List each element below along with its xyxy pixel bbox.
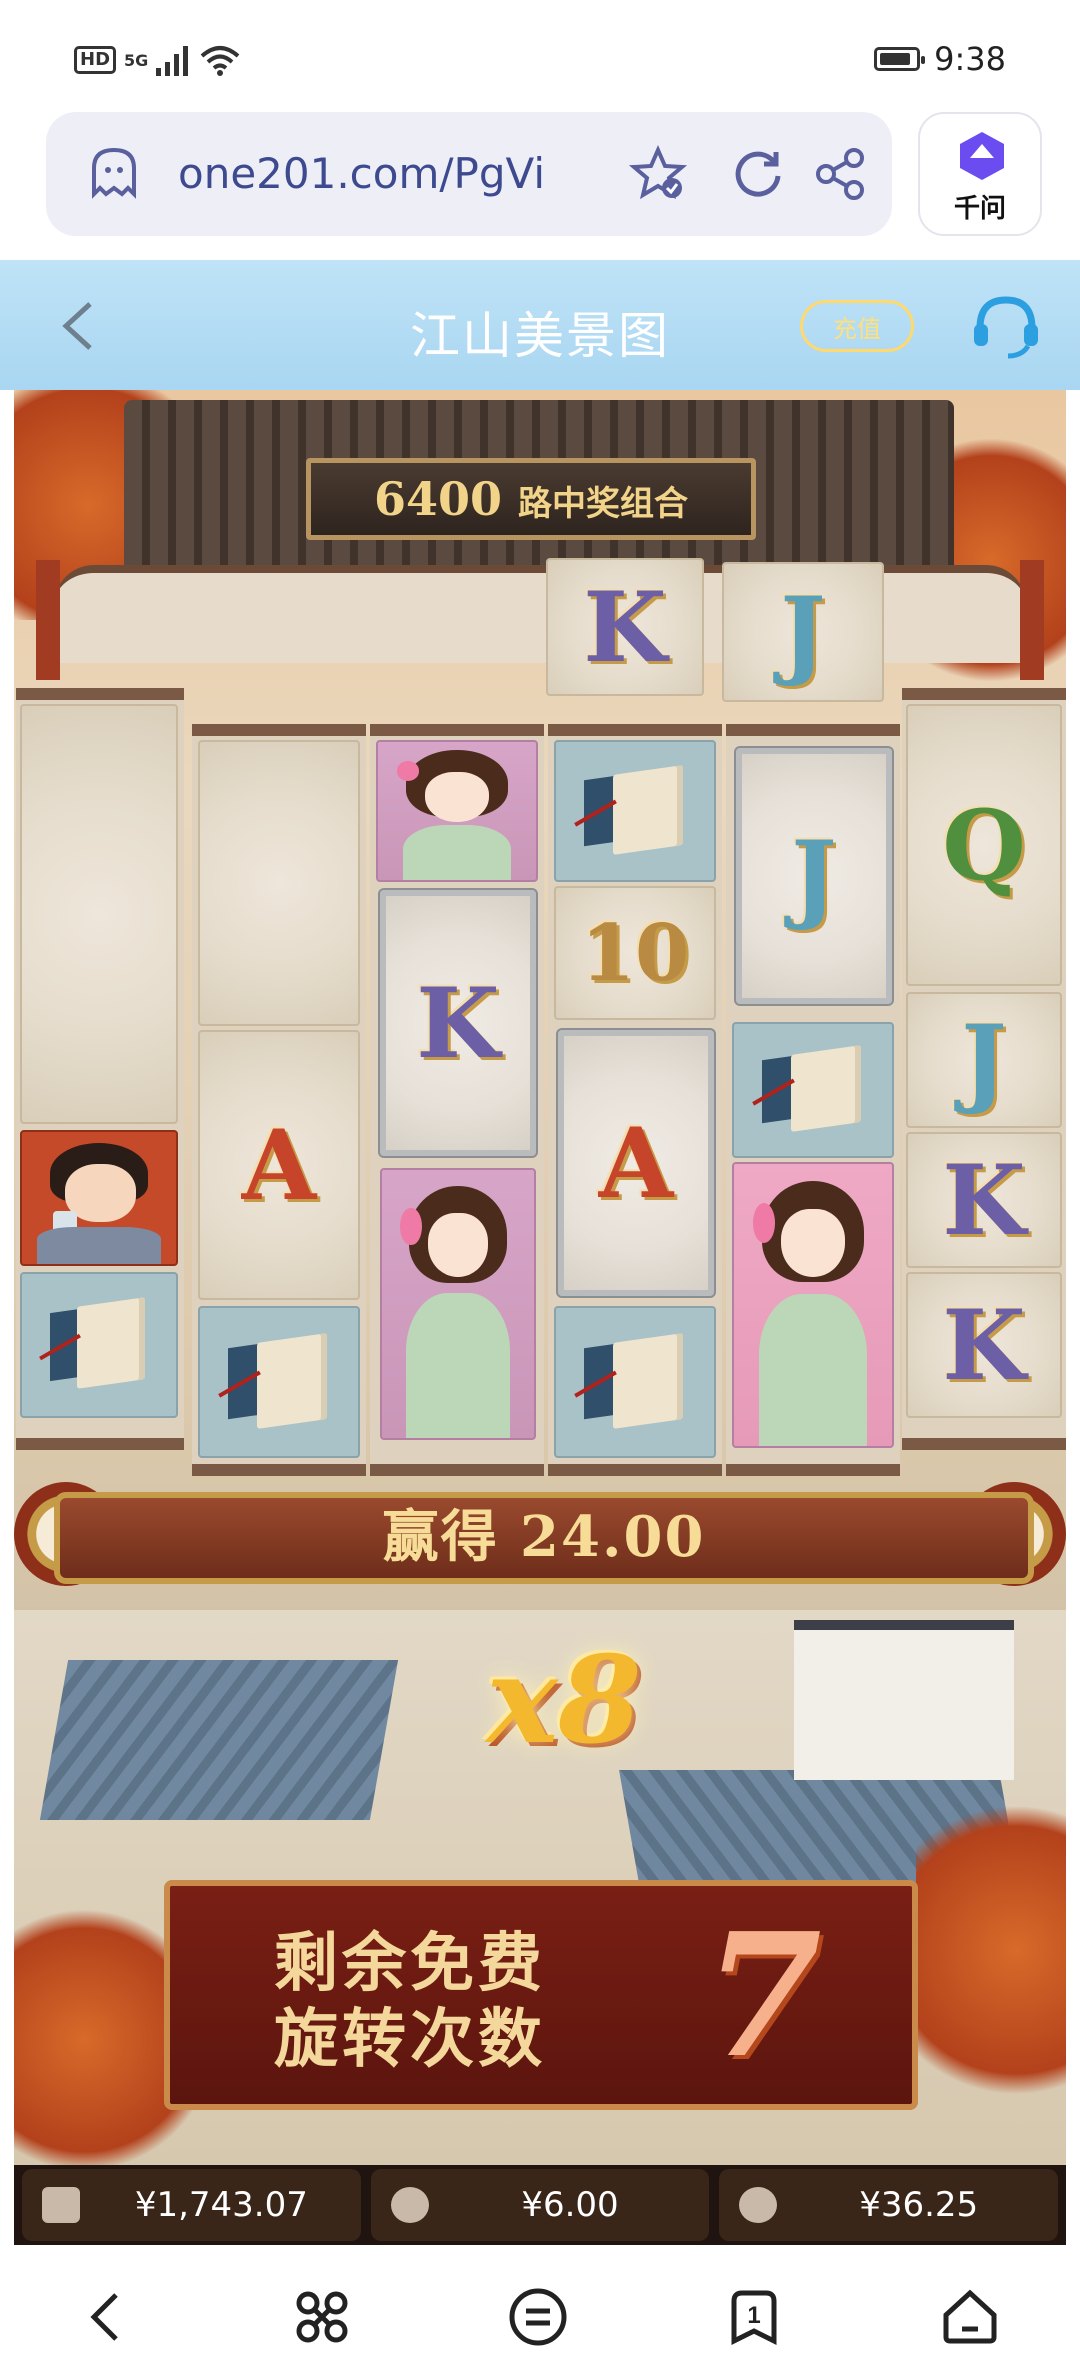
- refresh-icon[interactable]: [726, 142, 790, 206]
- bet-value: ¥6.00: [521, 2185, 619, 2225]
- free-spins-count: 7: [703, 1896, 822, 2096]
- multiplier-badge: x8: [486, 1630, 642, 1771]
- symbol-q: Q: [906, 704, 1062, 986]
- symbol-k: K: [546, 558, 704, 696]
- battery-icon: [874, 47, 926, 71]
- bet-stat[interactable]: ¥6.00: [370, 2169, 710, 2241]
- qwen-logo-icon: [960, 132, 1004, 180]
- coins-icon: [390, 2187, 429, 2223]
- address-bar[interactable]: one201.com/PgVi: [46, 112, 892, 236]
- shield-ghost-icon[interactable]: [84, 144, 144, 204]
- qwen-label: 千问: [953, 194, 1006, 224]
- pillar-right: [1020, 560, 1044, 680]
- symbol-k: K: [906, 1272, 1062, 1418]
- nav-menu-icon[interactable]: [506, 2285, 570, 2349]
- signal-5g-label: 5G: [124, 50, 149, 70]
- wallet-icon: [42, 2187, 80, 2223]
- free-spins-panel: 剩余免费 旋转次数 7: [164, 1880, 918, 2110]
- share-icon[interactable]: [808, 142, 872, 206]
- slot-game-canvas[interactable]: 6400 路中奖组合 K J A K 10 A J Q J K K 赢得 24.…: [14, 390, 1066, 2245]
- symbol-blank: [198, 740, 360, 1026]
- symbol-10: 10: [554, 886, 716, 1020]
- symbol-book: [198, 1306, 360, 1458]
- app-header: 江山美景图: [0, 260, 1080, 390]
- nav-home-icon[interactable]: [938, 2285, 1002, 2349]
- prize-icon: [739, 2187, 778, 2223]
- symbol-maiden: [376, 740, 538, 882]
- balance-value: ¥1,743.07: [134, 2185, 308, 2225]
- stats-bar: ¥1,743.07 ¥6.00 ¥36.25: [14, 2165, 1066, 2245]
- symbol-man: [20, 1130, 178, 1266]
- win-value: ¥36.25: [859, 2185, 979, 2225]
- recharge-button[interactable]: 充值: [800, 300, 914, 352]
- qwen-assistant-button[interactable]: 千问: [918, 112, 1042, 236]
- favorite-star-icon[interactable]: [626, 142, 690, 206]
- symbol-k: K: [378, 888, 538, 1158]
- symbol-j: J: [734, 746, 894, 1006]
- customer-service-icon[interactable]: [970, 292, 1042, 360]
- balance-stat: ¥1,743.07: [22, 2169, 361, 2241]
- wifi-icon: [200, 46, 240, 76]
- symbol-book: [20, 1272, 178, 1418]
- free-spins-label-line2: 旋转次数: [274, 2002, 546, 2077]
- url-text[interactable]: one201.com/PgVi: [178, 144, 545, 204]
- ways-text: 路中奖组合: [518, 484, 689, 524]
- autumn-leaves-right: [916, 1770, 1066, 2130]
- symbol-maiden: [732, 1162, 894, 1448]
- symbol-k: K: [906, 1132, 1062, 1268]
- nav-apps-icon[interactable]: [290, 2285, 354, 2349]
- ways-banner: 6400 路中奖组合: [306, 458, 756, 540]
- browser-nav-bar: 1: [0, 2245, 1080, 2379]
- white-house: [794, 1620, 1014, 1780]
- signal-bars-icon: [156, 46, 189, 76]
- symbol-a: A: [556, 1028, 716, 1298]
- free-spins-label-line1: 剩余免费: [274, 1926, 546, 2001]
- symbol-book: [554, 1306, 716, 1458]
- win-stat: ¥36.25: [719, 2169, 1059, 2241]
- symbol-maiden: [380, 1168, 536, 1440]
- clock: 9:38: [934, 40, 1006, 78]
- symbol-j: J: [722, 562, 884, 702]
- free-spins-label: 剩余免费 旋转次数: [274, 1926, 574, 2078]
- symbol-book: [554, 740, 716, 882]
- page-title: 江山美景图: [410, 307, 670, 365]
- ways-number: 6400: [373, 472, 502, 526]
- symbol-book: [732, 1022, 894, 1158]
- nav-tabs-icon[interactable]: 1: [722, 2285, 786, 2349]
- roof-tiles-left: [39, 1660, 399, 1820]
- symbol-a: A: [198, 1030, 360, 1300]
- svg-text:1: 1: [747, 2302, 760, 2329]
- nav-back-icon[interactable]: [76, 2285, 140, 2349]
- symbol-blank: [20, 704, 178, 1124]
- status-bar: HD 5G 9:38: [0, 0, 1080, 100]
- hd-icon: HD: [74, 46, 117, 74]
- symbol-j: J: [906, 992, 1062, 1128]
- win-amount-banner: 赢得 24.00: [54, 1492, 1034, 1584]
- pillar-left: [36, 560, 60, 680]
